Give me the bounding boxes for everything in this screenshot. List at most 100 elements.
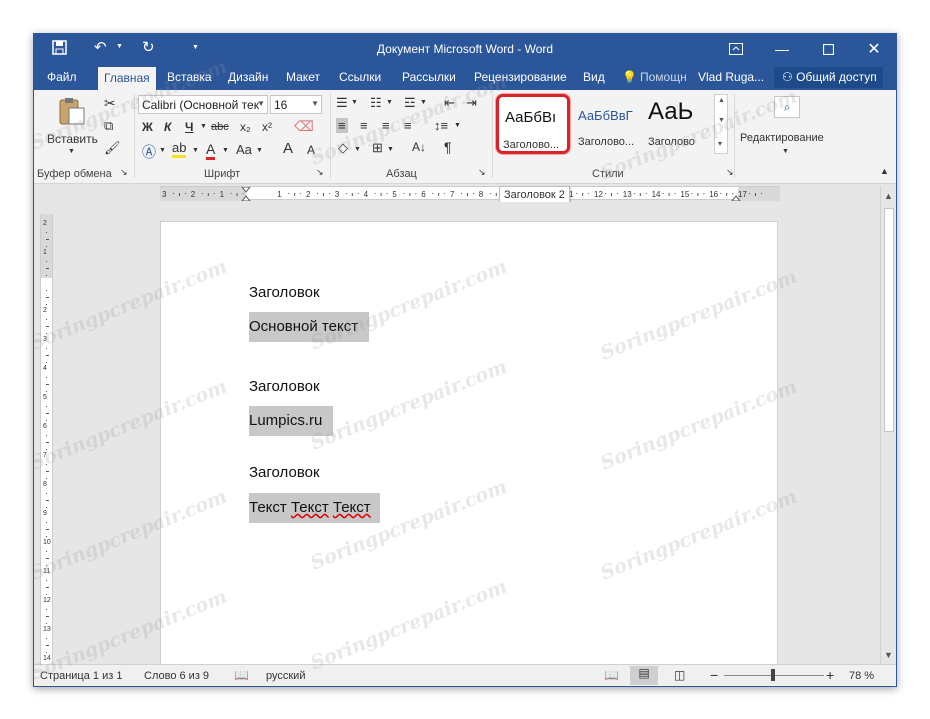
line-spacing-dropdown-icon[interactable]: ▼: [454, 122, 461, 129]
justify-icon[interactable]: ≡: [404, 118, 412, 133]
more-styles-icon[interactable]: ▾: [718, 139, 722, 148]
chevron-down-icon[interactable]: ▼: [718, 117, 725, 124]
print-layout-icon[interactable]: ▤: [630, 666, 658, 685]
multilevel-list-icon[interactable]: ☲: [404, 95, 416, 111]
line-spacing-icon[interactable]: ↕≡: [434, 118, 448, 133]
align-right-icon[interactable]: ≡: [382, 118, 390, 133]
ruler-tick: [691, 193, 693, 194]
clipboard-launcher-icon[interactable]: ↘: [120, 167, 128, 178]
align-center-icon[interactable]: ≡: [360, 118, 368, 133]
numbering-icon[interactable]: ☷: [370, 95, 382, 111]
highlight-icon[interactable]: ab: [172, 140, 187, 158]
format-painter-icon[interactable]: 🖌: [104, 140, 121, 156]
share-button[interactable]: ⚇ Общий доступ: [774, 67, 883, 88]
tab-design[interactable]: Дизайн: [228, 70, 268, 84]
zoom-out-icon[interactable]: −: [710, 667, 718, 683]
paragraph-launcher-icon[interactable]: ↘: [478, 167, 486, 178]
style-heading3[interactable]: АаБбВвГ Заголово...: [574, 94, 648, 154]
borders-icon[interactable]: ⊞: [372, 140, 383, 156]
scroll-up-icon[interactable]: ▲: [884, 191, 893, 201]
body-text-1[interactable]: Основной текст: [249, 312, 369, 342]
maximize-icon[interactable]: [808, 34, 848, 65]
shading-icon[interactable]: ◇: [338, 140, 348, 156]
tab-insert[interactable]: Вставка: [167, 70, 212, 84]
change-case-button[interactable]: Aa: [236, 142, 252, 157]
underline-dropdown-icon[interactable]: ▼: [200, 123, 207, 130]
body-text-2[interactable]: Lumpics.ru: [249, 406, 333, 436]
underline-button[interactable]: Ч: [185, 120, 193, 134]
proofing-icon[interactable]: 📖: [234, 668, 249, 682]
vertical-scrollbar[interactable]: ▲ ▼: [880, 186, 896, 664]
highlight-dropdown-icon[interactable]: ▼: [192, 147, 199, 154]
heading-1[interactable]: Заголовок: [249, 284, 320, 301]
font-name-combo[interactable]: Calibri (Основной тек ▼: [138, 95, 268, 114]
tab-review[interactable]: Рецензирование: [474, 70, 567, 84]
align-left-icon[interactable]: ≡: [336, 118, 348, 133]
bold-button[interactable]: Ж: [142, 120, 153, 134]
shrink-font-button[interactable]: A: [307, 143, 315, 157]
document-page[interactable]: Заголовок Основной текст Заголовок Lumpi…: [160, 221, 778, 664]
text-effects-icon[interactable]: Ⓐ: [142, 142, 156, 162]
collapse-ribbon-icon[interactable]: ▲: [880, 166, 889, 176]
zoom-in-icon[interactable]: +: [826, 667, 834, 683]
show-marks-button[interactable]: ¶: [444, 139, 452, 155]
bullets-icon[interactable]: ☰: [336, 95, 348, 111]
tab-home[interactable]: Главная: [98, 67, 156, 90]
style-heading2[interactable]: АаБбВı Заголово...: [496, 94, 570, 154]
font-color-dropdown-icon[interactable]: ▼: [222, 147, 229, 154]
scroll-down-icon[interactable]: ▼: [884, 650, 893, 660]
ruler-tick: [46, 290, 47, 291]
shading-dropdown-icon[interactable]: ▼: [354, 146, 361, 153]
ribbon-display-icon[interactable]: [716, 34, 756, 65]
user-name[interactable]: Vlad Ruga...: [698, 70, 764, 84]
copy-icon[interactable]: ⧉: [104, 118, 113, 134]
editing-button[interactable]: ⌕ Редактирование ▼: [738, 96, 832, 156]
tab-references[interactable]: Ссылки: [339, 70, 381, 84]
superscript-button[interactable]: x²: [262, 120, 272, 134]
zoom-slider[interactable]: [724, 669, 824, 681]
decrease-indent-icon[interactable]: ⇤: [444, 95, 455, 111]
heading-2[interactable]: Заголовок: [249, 378, 320, 395]
text-effects-dropdown-icon[interactable]: ▼: [159, 147, 166, 154]
web-layout-icon[interactable]: ◫: [674, 668, 685, 682]
borders-dropdown-icon[interactable]: ▼: [387, 146, 394, 153]
vertical-ruler[interactable]: 2 1 2 3 4 5 6 7 8 9 10 11 12 13 14: [40, 214, 53, 664]
page-count[interactable]: Страница 1 из 1: [40, 670, 122, 682]
italic-button[interactable]: К: [164, 120, 171, 134]
tab-layout[interactable]: Макет: [286, 70, 320, 84]
heading-3[interactable]: Заголовок: [249, 464, 320, 481]
close-icon[interactable]: ✕: [854, 34, 894, 65]
minimize-icon[interactable]: —: [762, 34, 802, 65]
font-color-button[interactable]: A: [206, 141, 216, 160]
scroll-thumb[interactable]: [884, 208, 894, 432]
sort-icon[interactable]: A↓: [412, 140, 426, 154]
tab-mailings[interactable]: Рассылки: [402, 70, 456, 84]
strikethrough-button[interactable]: abc: [211, 121, 229, 133]
grow-font-button[interactable]: A: [283, 140, 293, 157]
font-launcher-icon[interactable]: ↘: [316, 167, 324, 178]
language[interactable]: русский: [266, 670, 305, 682]
multilevel-dropdown-icon[interactable]: ▼: [420, 99, 427, 106]
chevron-up-icon[interactable]: ▲: [718, 97, 725, 104]
subscript-button[interactable]: x₂: [240, 120, 251, 134]
paste-button[interactable]: Вставить ▼: [44, 96, 98, 160]
read-mode-icon[interactable]: 📖: [604, 668, 619, 682]
horizontal-ruler[interactable]: 3211234567891011121314151617: [160, 186, 780, 202]
change-case-dropdown-icon[interactable]: ▼: [256, 147, 263, 154]
zoom-slider-thumb[interactable]: [771, 669, 775, 681]
tab-tell-me[interactable]: Помощн: [640, 70, 687, 84]
style-title[interactable]: АаЬ Заголово: [646, 94, 720, 154]
cut-icon[interactable]: ✂: [104, 95, 116, 112]
zoom-percent[interactable]: 78 %: [849, 670, 874, 682]
numbering-dropdown-icon[interactable]: ▼: [386, 99, 393, 106]
tab-file[interactable]: Файл: [47, 70, 77, 84]
styles-scroll[interactable]: ▲ ▼ ▾: [714, 94, 728, 154]
font-size-combo[interactable]: 16 ▼: [270, 95, 322, 114]
styles-launcher-icon[interactable]: ↘: [726, 167, 734, 178]
increase-indent-icon[interactable]: ⇥: [466, 95, 477, 111]
bullets-dropdown-icon[interactable]: ▼: [351, 99, 358, 106]
clear-formatting-icon[interactable]: ⌫: [294, 118, 314, 135]
body-text-3[interactable]: Текст Текст Текст: [249, 493, 380, 523]
word-count[interactable]: Слово 6 из 9: [144, 670, 209, 682]
tab-view[interactable]: Вид: [583, 70, 605, 84]
